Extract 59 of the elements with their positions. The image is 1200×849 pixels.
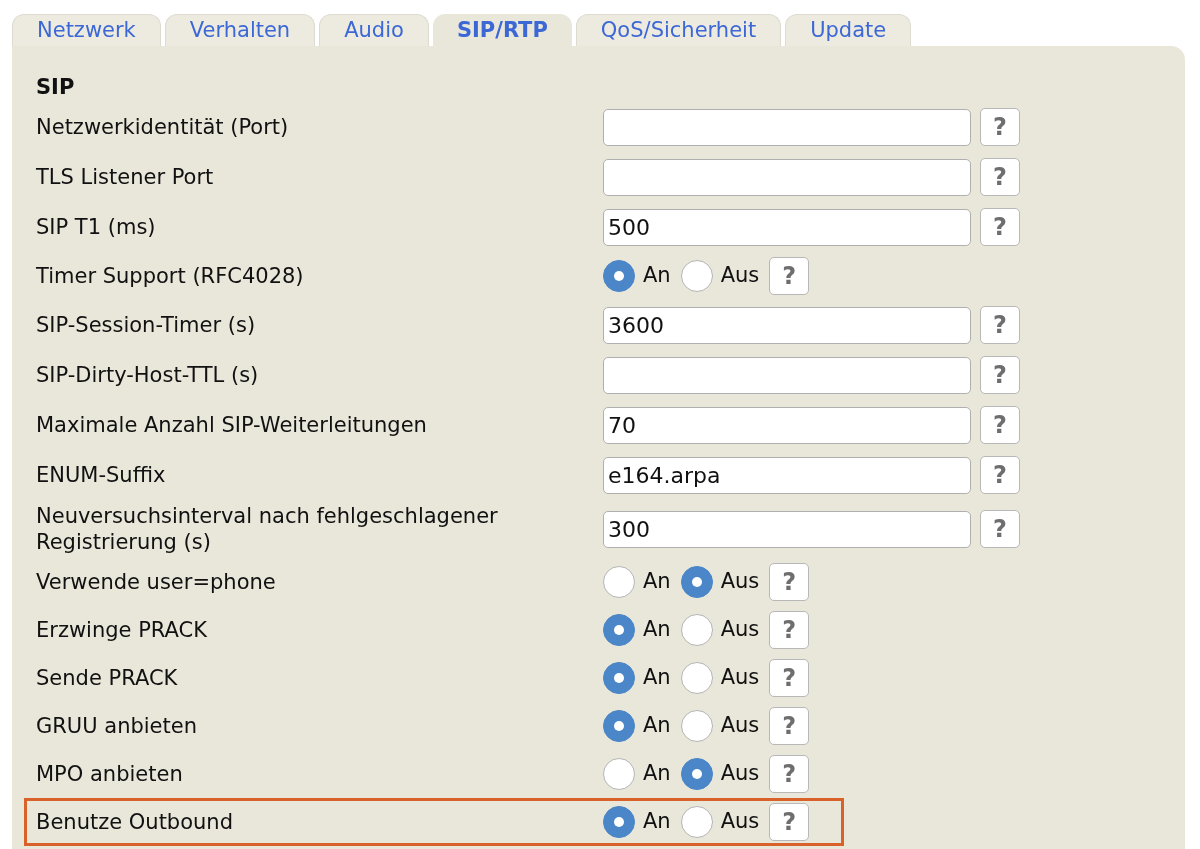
- help-button[interactable]: ?: [980, 456, 1020, 494]
- radio-option[interactable]: Aus: [680, 758, 760, 790]
- tab[interactable]: QoS/Sicherheit: [575, 14, 782, 46]
- field-label: Netzwerkidentität (Port): [36, 114, 290, 140]
- radio-option[interactable]: An: [603, 806, 671, 838]
- field-label: SIP-Dirty-Host-TTL (s): [36, 362, 260, 388]
- radio-option[interactable]: An: [603, 710, 671, 742]
- tab[interactable]: Verhalten: [164, 14, 316, 46]
- field-label: Erzwinge PRACK: [36, 617, 208, 643]
- help-button[interactable]: ?: [769, 755, 810, 793]
- help-button[interactable]: ?: [980, 158, 1020, 196]
- field-label: TLS Listener Port: [36, 164, 215, 190]
- radio-option[interactable]: Aus: [680, 710, 760, 742]
- input-field[interactable]: [603, 356, 971, 394]
- input-field[interactable]: 3600: [603, 306, 971, 344]
- radio-option[interactable]: Aus: [680, 806, 760, 838]
- input-field[interactable]: 300: [603, 510, 971, 548]
- input-field[interactable]: [603, 158, 971, 196]
- radio-option[interactable]: An: [603, 260, 671, 292]
- field-label: Benutze Outbound: [36, 809, 234, 835]
- help-button[interactable]: ?: [980, 108, 1020, 146]
- radio-option[interactable]: Aus: [680, 566, 760, 598]
- field-label: Maximale Anzahl SIP-Weiterleitungen: [36, 412, 428, 438]
- help-button[interactable]: ?: [769, 803, 810, 841]
- help-button[interactable]: ?: [980, 208, 1020, 246]
- tab[interactable]: SIP/RTP: [432, 14, 572, 46]
- input-field[interactable]: e164.arpa: [603, 456, 971, 494]
- section-title: SIP: [35, 74, 76, 101]
- radio-option[interactable]: An: [603, 614, 671, 646]
- help-button[interactable]: ?: [769, 611, 810, 649]
- help-button[interactable]: ?: [980, 306, 1020, 344]
- field-label: ENUM-Suffix: [36, 462, 167, 488]
- help-button[interactable]: ?: [980, 406, 1020, 444]
- help-button[interactable]: ?: [769, 659, 810, 697]
- help-button[interactable]: ?: [769, 563, 810, 601]
- field-label: MPO anbieten: [36, 761, 184, 787]
- input-field[interactable]: 500: [603, 208, 971, 246]
- field-label: Neuversuchsinterval nach fehlgeschlagener Registrierung (s): [36, 503, 499, 555]
- input-field[interactable]: [603, 108, 971, 146]
- field-label: SIP-Session-Timer (s): [36, 312, 257, 338]
- radio-option[interactable]: An: [603, 566, 671, 598]
- radio-option[interactable]: An: [603, 758, 671, 790]
- field-label: Timer Support (RFC4028): [36, 263, 305, 289]
- input-field[interactable]: 70: [603, 406, 971, 444]
- field-label: SIP T1 (ms): [36, 214, 157, 240]
- tab[interactable]: Audio: [319, 14, 429, 46]
- field-label: GRUU anbieten: [36, 713, 198, 739]
- radio-option[interactable]: Aus: [680, 662, 760, 694]
- help-button[interactable]: ?: [769, 707, 810, 745]
- radio-option[interactable]: An: [603, 662, 671, 694]
- tab[interactable]: Update: [785, 14, 912, 46]
- radio-option[interactable]: Aus: [680, 260, 760, 292]
- field-label: Sende PRACK: [36, 665, 179, 691]
- help-button[interactable]: ?: [769, 257, 810, 295]
- field-label: Verwende user=phone: [36, 569, 277, 595]
- help-button[interactable]: ?: [980, 356, 1020, 394]
- radio-option[interactable]: Aus: [680, 614, 760, 646]
- tab[interactable]: Netzwerk: [12, 14, 161, 46]
- help-button[interactable]: ?: [980, 510, 1020, 548]
